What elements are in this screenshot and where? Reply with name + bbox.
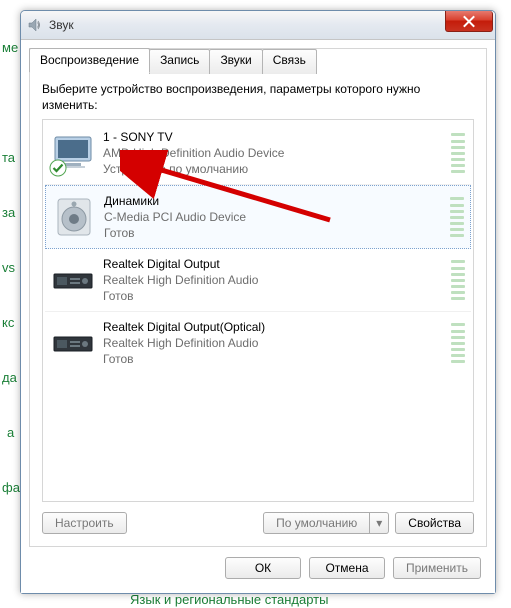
level-meter — [450, 197, 464, 237]
client-area: Воспроизведение Запись Звуки Связь Выбер… — [21, 40, 495, 593]
speaker-icon — [52, 195, 96, 239]
panel-button-row: Настроить По умолчанию ▾ Свойства — [42, 512, 474, 534]
default-check-icon — [49, 159, 67, 177]
device-text: Realtek Digital Output Realtek High Defi… — [103, 256, 445, 305]
window-title: Звук — [49, 18, 74, 32]
apply-button[interactable]: Применить — [393, 557, 481, 579]
bg-text: за — [2, 205, 15, 220]
configure-button[interactable]: Настроить — [42, 512, 127, 534]
tab-strip: Воспроизведение Запись Звуки Связь — [29, 48, 316, 73]
close-button[interactable] — [445, 11, 493, 32]
tv-icon — [51, 131, 95, 175]
chevron-down-icon: ▾ — [376, 516, 382, 530]
dialog-button-row: ОК Отмена Применить — [29, 547, 487, 585]
bg-text: а — [7, 425, 14, 440]
receiver-icon — [51, 321, 95, 365]
instruction-text: Выберите устройство воспроизведения, пар… — [42, 81, 474, 113]
level-meter — [451, 260, 465, 300]
device-status: Устройство по умолчанию — [103, 161, 445, 177]
default-dropdown-arrow[interactable]: ▾ — [370, 512, 389, 534]
tab-playback[interactable]: Воспроизведение — [29, 48, 150, 73]
sound-dialog: Звук Воспроизведение Запись Звуки Связь … — [20, 10, 496, 594]
default-split-button[interactable]: По умолчанию ▾ — [263, 512, 389, 534]
device-row[interactable]: Realtek Digital Output Realtek High Defi… — [45, 249, 471, 312]
sound-icon — [27, 17, 43, 33]
level-meter — [451, 323, 465, 363]
default-button[interactable]: По умолчанию — [263, 512, 370, 534]
device-status: Готов — [104, 225, 444, 241]
level-meter — [451, 133, 465, 173]
titlebar[interactable]: Звук — [21, 11, 495, 40]
device-sub: Realtek High Definition Audio — [103, 335, 445, 351]
device-text: Realtek Digital Output(Optical) Realtek … — [103, 319, 445, 368]
bg-text: та — [2, 150, 15, 165]
ok-button[interactable]: ОК — [225, 557, 301, 579]
tab-sounds[interactable]: Звуки — [209, 49, 262, 74]
device-row[interactable]: Realtek Digital Output(Optical) Realtek … — [45, 312, 471, 374]
device-name: Realtek Digital Output — [103, 256, 445, 272]
device-row[interactable]: 1 - SONY TV AMD High Definition Audio De… — [45, 122, 471, 185]
device-sub: Realtek High Definition Audio — [103, 272, 445, 288]
tab-content: Выберите устройство воспроизведения, пар… — [30, 49, 486, 546]
device-text: Динамики C-Media PCI Audio Device Готов — [104, 193, 444, 242]
bg-text: vs — [2, 260, 15, 275]
device-name: 1 - SONY TV — [103, 129, 445, 145]
tab-comm[interactable]: Связь — [262, 49, 317, 74]
device-sub: AMD High Definition Audio Device — [103, 145, 445, 161]
bg-text: Язык и региональные стандарты — [130, 592, 328, 607]
bg-text: да — [2, 370, 17, 385]
bg-text: ме — [2, 40, 18, 55]
tab-panel: Воспроизведение Запись Звуки Связь Выбер… — [29, 48, 487, 547]
tab-record[interactable]: Запись — [149, 49, 210, 74]
bg-text: кс — [2, 315, 14, 330]
cancel-button[interactable]: Отмена — [309, 557, 385, 579]
device-name: Динамики — [104, 193, 444, 209]
bg-text: фа — [2, 480, 20, 495]
device-sub: C-Media PCI Audio Device — [104, 209, 444, 225]
device-row[interactable]: Динамики C-Media PCI Audio Device Готов — [45, 185, 471, 249]
properties-button[interactable]: Свойства — [395, 512, 474, 534]
device-name: Realtek Digital Output(Optical) — [103, 319, 445, 335]
receiver-icon — [51, 258, 95, 302]
device-text: 1 - SONY TV AMD High Definition Audio De… — [103, 129, 445, 178]
device-status: Готов — [103, 288, 445, 304]
device-list[interactable]: 1 - SONY TV AMD High Definition Audio De… — [42, 119, 474, 502]
device-status: Готов — [103, 351, 445, 367]
